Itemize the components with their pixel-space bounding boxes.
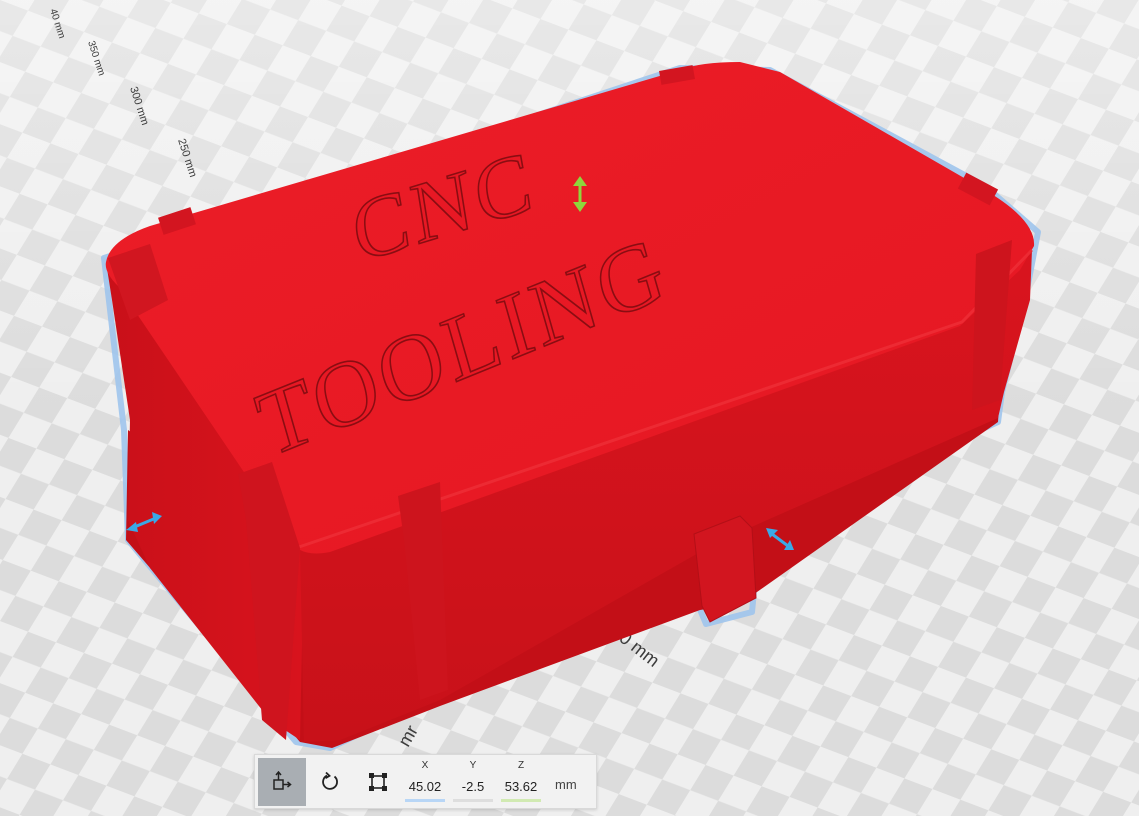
coord-x-label: X xyxy=(421,760,429,771)
transform-toolbar: X 45.02 Y -2.5 Z 53.62 mm xyxy=(254,754,597,809)
coord-y-value[interactable]: -2.5 xyxy=(447,777,499,797)
scale-icon xyxy=(367,771,389,793)
coord-x[interactable]: X 45.02 xyxy=(399,759,451,802)
3d-viewport[interactable]: 40 mm 350 mm 300 mm 250 mm 0 mm mr CNC T… xyxy=(0,0,1139,816)
move-tool-button[interactable] xyxy=(258,758,306,806)
scale-tool-button[interactable] xyxy=(354,758,402,806)
coord-y-underline xyxy=(453,799,493,802)
move-icon xyxy=(271,771,293,793)
coord-z-underline xyxy=(501,799,541,802)
coord-x-value[interactable]: 45.02 xyxy=(399,777,451,797)
coord-y-label: Y xyxy=(469,760,477,771)
rotate-tool-button[interactable] xyxy=(306,758,354,806)
coord-y[interactable]: Y -2.5 xyxy=(447,759,499,802)
coord-z-value[interactable]: 53.62 xyxy=(495,777,547,797)
units-label: mm xyxy=(555,777,577,792)
coord-z-label: Z xyxy=(517,760,525,771)
coord-z[interactable]: Z 53.62 xyxy=(495,759,547,802)
coord-x-underline xyxy=(405,799,445,802)
rotate-icon xyxy=(319,771,341,793)
